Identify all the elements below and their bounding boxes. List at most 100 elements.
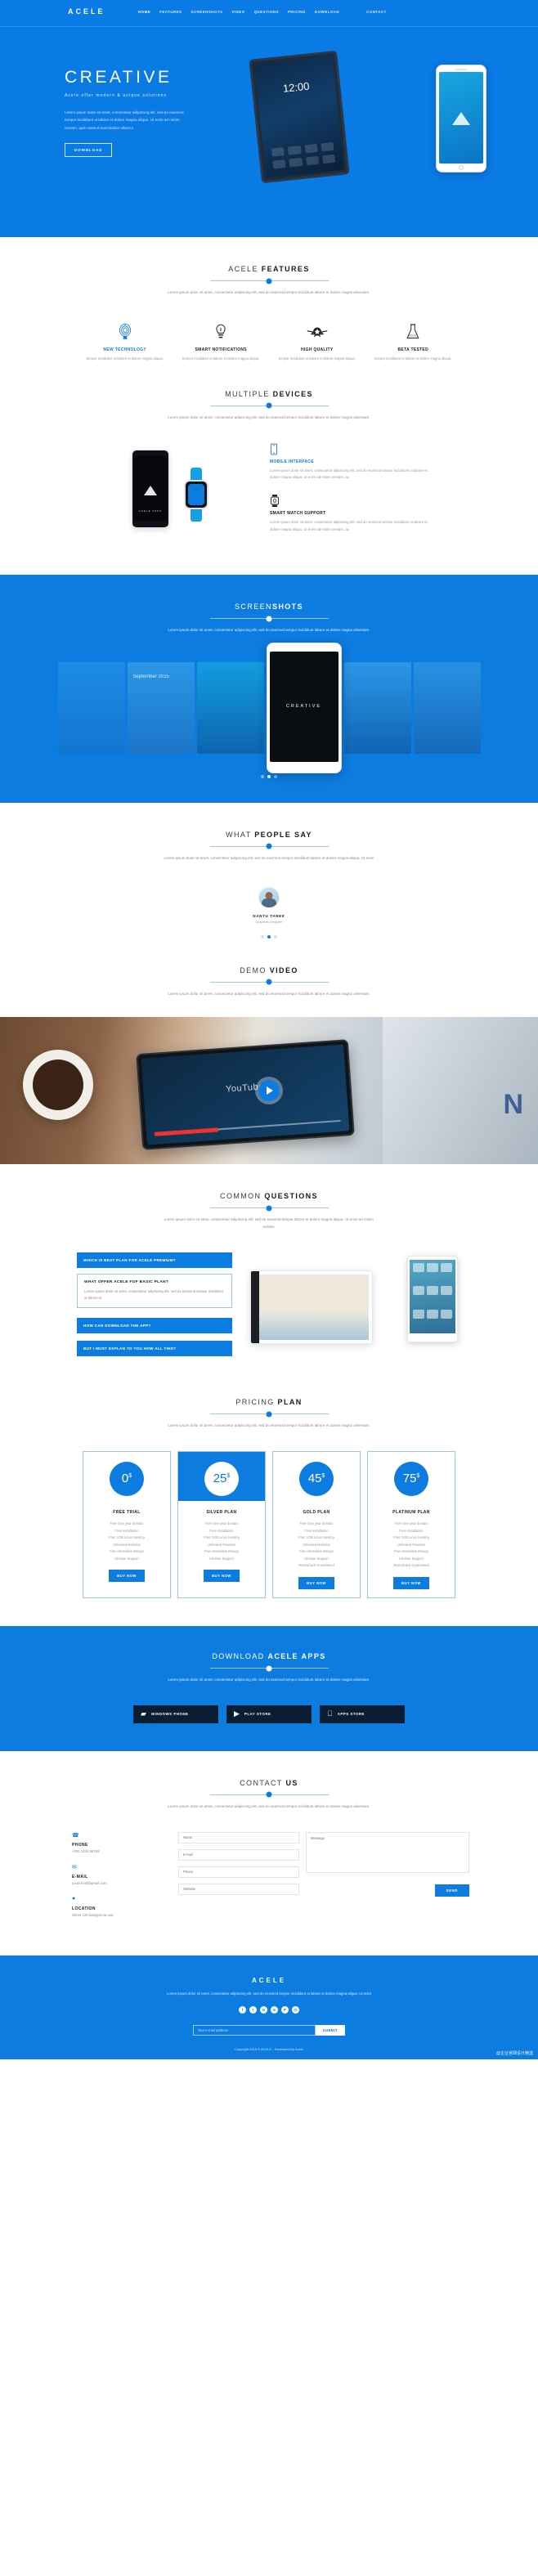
faq-item-2-open[interactable]: WHAT OFFER ACELE FOF BASIC PLAN? Lorem i… (77, 1273, 232, 1309)
apps-store-button[interactable]:  APPS STORE (320, 1705, 405, 1723)
site-logo[interactable]: ACELE (40, 7, 138, 16)
google-plus-icon[interactable]: G (260, 2005, 267, 2014)
carousel-dot[interactable] (261, 934, 264, 939)
faq-device-images (244, 1252, 461, 1349)
testimonial-person-name: NANTU TAREK (253, 913, 285, 918)
nav-item-questions[interactable]: QUESTIONS (254, 10, 279, 14)
windows-phone-store-button[interactable]: ▰ WINDOWS PHONE (133, 1705, 218, 1723)
price-currency: $ (416, 1473, 420, 1480)
nav-item-download[interactable]: DOWNLOAD (315, 10, 339, 14)
twitter-icon[interactable]: t (249, 2005, 257, 2014)
carousel-dot-active[interactable] (267, 934, 271, 939)
nav-item-screenshots[interactable]: SCREENSHOTS (191, 10, 223, 14)
nav-item-pricing[interactable]: PRICING (288, 10, 306, 14)
contact-section: CONTACT US Lorem ipsum dolor sit amet, c… (0, 1751, 538, 1956)
subscribe-button[interactable]: SUBMIT (315, 2024, 346, 2036)
testimonial-pagination[interactable] (77, 934, 461, 939)
features-section: ACELE FEATURES Lorem ipsum dolor sit ame… (0, 237, 538, 390)
device-feature-name: SMART WATCH SUPPORT (270, 511, 326, 517)
video-banner[interactable]: N YouTube (0, 1017, 538, 1165)
pricing-section: PRICING PLAN Lorem ipsum dolor sit amet,… (0, 1390, 538, 1626)
feature-high-quality: HIGH QUALITY tempor incididunt ut labore… (269, 321, 365, 362)
social-links: f t G in P @ (0, 2005, 538, 2014)
screenshot-pagination[interactable] (0, 774, 538, 778)
section-divider (209, 618, 329, 620)
screenshot-thumb[interactable] (343, 661, 411, 754)
facebook-icon[interactable]: f (239, 2005, 246, 2014)
buy-now-button[interactable]: BUY NOW (298, 1577, 334, 1590)
feature-name: BETA TESTED (397, 347, 428, 352)
testimonials-title: WHAT PEOPLE SAY (226, 830, 312, 839)
phone-field[interactable] (178, 1866, 299, 1878)
devices-section: MULTIPLE DEVICES Lorem ipsum dolor sit a… (0, 390, 538, 575)
carousel-dot-active[interactable] (267, 774, 271, 778)
avatar (258, 886, 280, 908)
footer-logo: ACELE (251, 1976, 287, 1984)
questions-description: Lorem ipsum dolor sit amet, consectetur … (164, 1217, 374, 1230)
location-pin-icon: ● (72, 1895, 76, 1902)
section-divider (209, 280, 329, 281)
download-section: DOWNLOAD ACELE APPS Lorem ipsum dolor si… (0, 1626, 538, 1751)
plan-feature: Free Installation (304, 1528, 329, 1533)
phone-device-mockup: ACELE APPS (132, 449, 169, 528)
screenshots-description: Lorem ipsum dolor sit amet, consectetur … (168, 628, 370, 633)
screenshot-featured[interactable]: CREATIVE (266, 642, 342, 773)
screenshot-thumb[interactable] (413, 661, 481, 754)
plan-feature: Free One year domain (110, 1521, 144, 1525)
faq-question-1[interactable]: WHICH IS BEST PLAN FOR ACELE PREMIUM? (77, 1252, 232, 1268)
screenshot-thumb[interactable] (57, 661, 125, 754)
subscribe-input[interactable] (192, 2024, 316, 2036)
plan-feature: Free Installation (114, 1528, 139, 1533)
plan-feature: Five Alternative Design (204, 1549, 239, 1554)
email-icon[interactable]: @ (292, 2005, 299, 2014)
screenshots-section: SCREENSHOTS Lorem ipsum dolor sit amet, … (0, 575, 538, 803)
nav-item-home[interactable]: HOME (138, 10, 150, 14)
hero-paragraph: Lorem ipsum dolor sit amet, consectetur … (65, 110, 184, 130)
price-amount: 75 (402, 1472, 417, 1486)
phone-icon: ☎ (72, 1832, 79, 1839)
email-field[interactable] (178, 1848, 299, 1861)
play-store-button[interactable]: ▶ PLAY STORE (226, 1705, 312, 1723)
features-description: Lorem ipsum dolor sit amet, consectetur … (168, 290, 370, 294)
feature-text: tempor incididunt ut labore et dolore ma… (86, 356, 164, 361)
contact-info-list: ☎ PHONE +000 1234 56789 ✉ E-MAIL yourema… (69, 1832, 167, 1928)
contact-info-label: LOCATION (72, 1906, 96, 1911)
pinterest-icon[interactable]: P (281, 2005, 289, 2014)
feature-beta-tested: BETA TESTED tempor incididunt ut labore … (365, 321, 462, 362)
section-divider (209, 1413, 329, 1415)
play-button-icon[interactable] (258, 1080, 280, 1102)
buy-now-button[interactable]: BUY NOW (204, 1570, 240, 1583)
store-label: PLAY STORE (244, 1712, 271, 1717)
device-feature-name: MOBILE INTERFACE (270, 459, 314, 464)
feature-text: tempor incididunt ut labore et dolore ma… (374, 356, 452, 361)
faq-question-3[interactable]: HOW CAN DOWNLOAD THE APP? (77, 1318, 232, 1334)
nav-item-contact[interactable]: CONTACT (366, 10, 387, 14)
carousel-dot[interactable] (274, 934, 277, 939)
tablet-mockup: 12:00 (249, 50, 350, 184)
envelope-icon: ✉ (72, 1864, 77, 1870)
device-feature-mobile-interface: MOBILE INTERFACE Lorem ipsum dolor sit a… (270, 443, 461, 482)
nav-item-features[interactable]: FEATURES (159, 10, 182, 14)
navbar: ACELE HOME FEATURES SCREENSHOTS VIDEO QU… (0, 0, 538, 20)
name-field[interactable] (178, 1831, 299, 1844)
buy-now-button[interactable]: BUY NOW (109, 1570, 145, 1583)
send-button[interactable]: SEND (434, 1884, 469, 1897)
screenshot-carousel[interactable]: September 2015 CREATIVE (0, 642, 538, 773)
buy-now-button[interactable]: BUY NOW (393, 1577, 429, 1590)
nav-item-video[interactable]: VIDEO (231, 10, 244, 14)
carousel-dot[interactable] (261, 774, 264, 778)
website-field[interactable] (178, 1883, 299, 1895)
store-label: APPS STORE (332, 1712, 365, 1717)
linkedin-icon[interactable]: in (271, 2005, 278, 2014)
screenshot-thumb[interactable] (196, 661, 264, 754)
screenshot-thumb[interactable]: September 2015 (127, 661, 195, 754)
apple-icon:  (327, 1710, 333, 1718)
hero-download-button[interactable]: DOWNLOAD (65, 143, 113, 158)
plan-feature: Moneyback Guaranteed (393, 1563, 429, 1568)
message-field[interactable] (306, 1831, 469, 1873)
feature-text: tempor incididunt ut labore et dolore ma… (182, 356, 260, 361)
carousel-dot[interactable] (274, 774, 277, 778)
phone-mockup (436, 65, 486, 172)
faq-question-4[interactable]: BUT I MUST EXPLAN TO YOU HOW ALL THIS? (77, 1341, 232, 1357)
price-amount: 45 (307, 1472, 322, 1486)
